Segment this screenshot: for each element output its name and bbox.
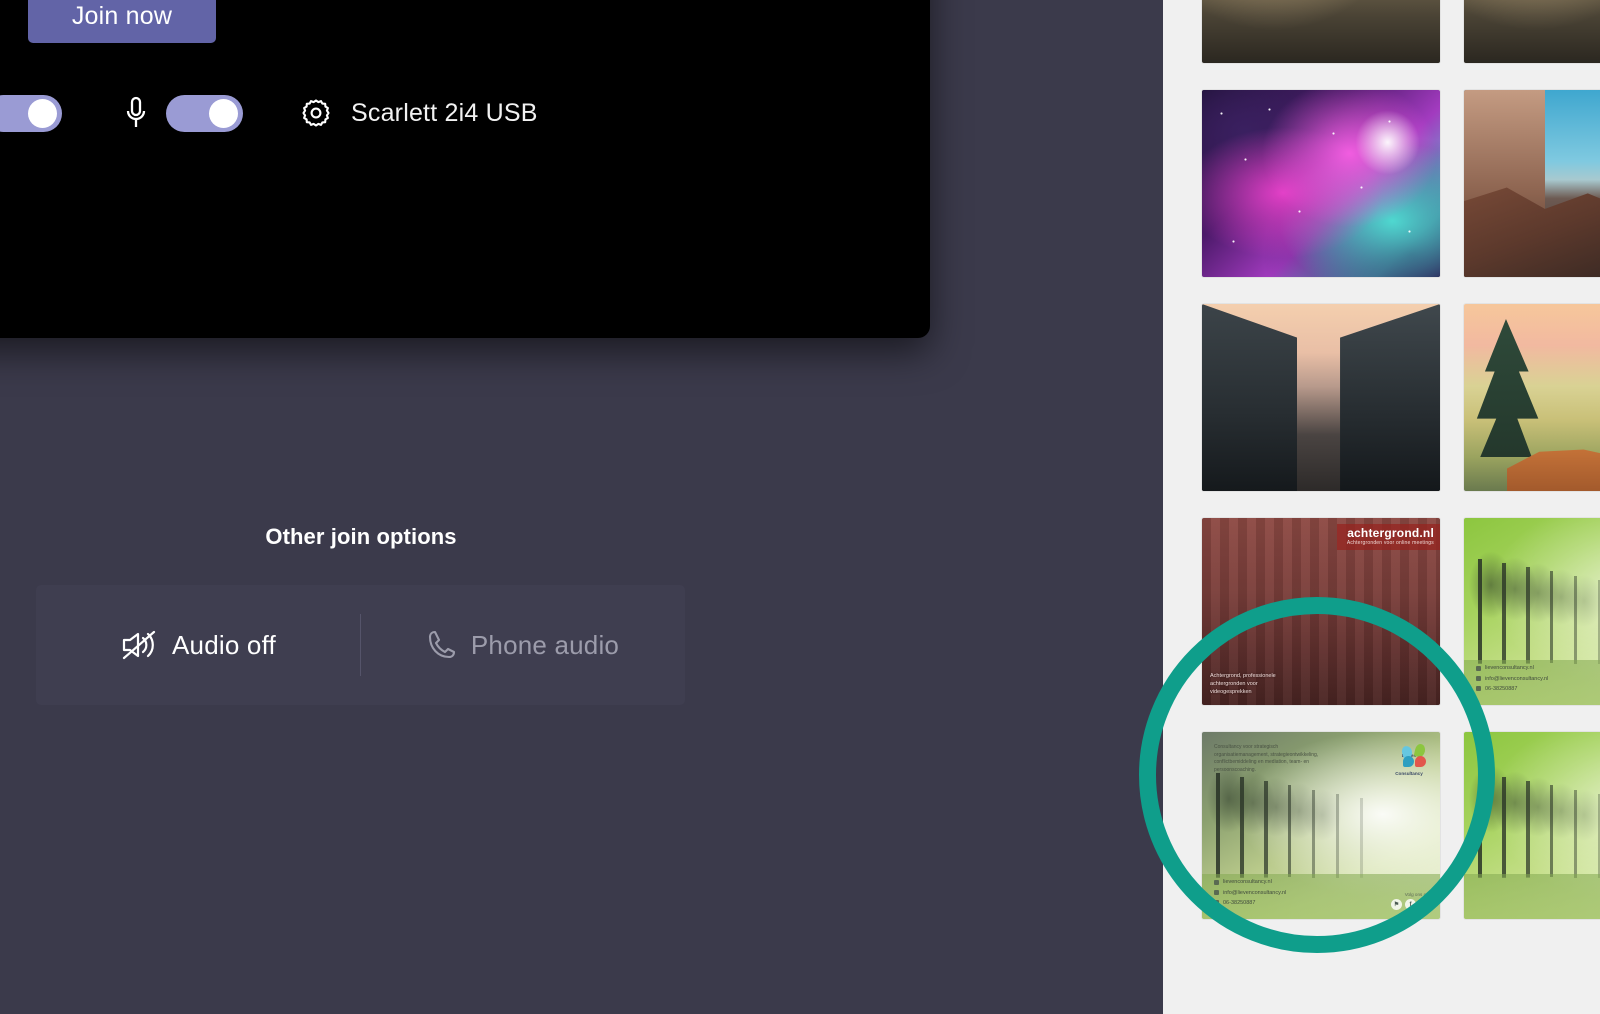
contact-text: lievenconsultancy.nl	[1223, 877, 1272, 887]
screen-root: Join now	[0, 0, 1600, 1014]
thumbnail-lieven-green[interactable]: lievenconsultancy.nl info@lievenconsulta…	[1464, 518, 1600, 705]
contact-row: info@lievenconsultancy.nl	[1476, 674, 1548, 684]
join-now-button[interactable]: Join now	[28, 0, 216, 43]
background-gallery-panel: achtergrond.nl Achtergronden voor online…	[1163, 0, 1600, 1014]
achtergrond-brand-bar: achtergrond.nl Achtergronden voor online…	[1337, 524, 1440, 550]
lieven-contact-list: lievenconsultancy.nl info@lievenconsulta…	[1476, 663, 1548, 694]
achtergrond-title: achtergrond.nl	[1347, 527, 1434, 540]
thumbnail-art	[1464, 304, 1600, 491]
tree-trunks	[1464, 773, 1600, 878]
grass-layer	[1464, 874, 1600, 919]
phone-audio-option[interactable]: Phone audio	[361, 585, 685, 705]
achtergrond-subtitle: Achtergronden voor online meetings	[1347, 540, 1434, 546]
tree-trunks	[1202, 773, 1440, 878]
phone-icon	[1214, 900, 1219, 905]
thumbnail-art: achtergrond.nl Achtergronden voor online…	[1202, 518, 1440, 705]
phone-icon	[427, 629, 457, 661]
thumbnail-art	[1464, 0, 1600, 63]
thumbnail-art	[1202, 90, 1440, 277]
facebook-icon[interactable]: f	[1405, 899, 1416, 910]
gear-icon	[299, 96, 333, 130]
thumbnail-valley[interactable]	[1464, 304, 1600, 491]
background-effects-toggle-knob	[28, 99, 57, 128]
thumbnail-art	[1464, 90, 1600, 277]
speaker-muted-icon	[120, 628, 158, 662]
contact-text: 06-38250887	[1485, 684, 1517, 694]
microphone-toggle[interactable]	[166, 95, 243, 132]
contact-text: info@lievenconsultancy.nl	[1485, 674, 1548, 684]
microphone-icon	[124, 95, 148, 131]
social-icons: ⚑ f in	[1391, 899, 1430, 910]
thumbnail-art	[1464, 732, 1600, 919]
contact-row: 06-38250887	[1476, 684, 1548, 694]
thumbnail-art: Consultancy voor strategisch organisatie…	[1202, 732, 1440, 919]
phone-audio-label: Phone audio	[471, 630, 619, 661]
thumbnail-lieven-extra[interactable]	[1464, 732, 1600, 919]
background-effects-toggle[interactable]	[0, 95, 62, 132]
thumbnail-office-achtergrond[interactable]: achtergrond.nl Achtergronden voor online…	[1202, 518, 1440, 705]
globe-icon	[1214, 880, 1219, 885]
thumbnail-canyon[interactable]	[1202, 0, 1440, 63]
twitter-icon[interactable]: ⚑	[1391, 899, 1402, 910]
microphone-toggle-knob	[209, 99, 238, 128]
device-control-bar: Scarlett 2i4 USB	[0, 88, 690, 138]
tree-trunks	[1464, 559, 1600, 664]
contact-text: info@lievenconsultancy.nl	[1223, 888, 1286, 898]
contact-text: 06-38250887	[1223, 898, 1255, 908]
microphone-control[interactable]	[124, 95, 243, 132]
lieven-logo: Lieven Consultancy	[1388, 744, 1430, 780]
globe-icon	[1476, 666, 1481, 671]
thumbnail-nebula[interactable]	[1202, 90, 1440, 277]
audio-off-label: Audio off	[172, 630, 276, 661]
thumbnail-cliff[interactable]	[1464, 90, 1600, 277]
video-preview[interactable]: Join now	[0, 0, 930, 338]
thumbnail-art	[1202, 304, 1440, 491]
contact-row: lievenconsultancy.nl	[1476, 663, 1548, 673]
audio-off-option[interactable]: Audio off	[36, 585, 360, 705]
thumbnail-art: lievenconsultancy.nl info@lievenconsulta…	[1464, 518, 1600, 705]
contact-row: lievenconsultancy.nl	[1214, 877, 1286, 887]
linkedin-icon[interactable]: in	[1419, 899, 1430, 910]
achtergrond-footer: Achtergrond, professionele achtergronden…	[1210, 673, 1276, 697]
device-settings-control[interactable]: Scarlett 2i4 USB	[299, 96, 538, 130]
device-label: Scarlett 2i4 USB	[351, 99, 538, 128]
lieven-social-block: Volg ons op: ⚑ f in	[1391, 892, 1430, 910]
lieven-tagline: Consultancy voor strategisch organisatie…	[1214, 744, 1334, 774]
contact-row: info@lievenconsultancy.nl	[1214, 888, 1286, 898]
other-join-options-title: Other join options	[0, 524, 722, 550]
prejoin-pane: Join now	[0, 0, 1163, 1014]
thumbnail-lieven-misty-selected[interactable]: Consultancy voor strategisch organisatie…	[1202, 732, 1440, 919]
thumbnail-desert-rock[interactable]	[1464, 0, 1600, 63]
lieven-contact-list: lievenconsultancy.nl info@lievenconsulta…	[1214, 877, 1286, 908]
contact-text: lievenconsultancy.nl	[1485, 663, 1534, 673]
contact-row: 06-38250887	[1214, 898, 1286, 908]
mail-icon	[1476, 676, 1481, 681]
follow-label: Volg ons op:	[1391, 892, 1430, 897]
mail-icon	[1214, 890, 1219, 895]
other-join-options-card: Audio off Phone audio	[36, 585, 685, 705]
thumbnail-street[interactable]	[1202, 304, 1440, 491]
phone-icon	[1476, 686, 1481, 691]
background-thumbnail-grid: achtergrond.nl Achtergronden voor online…	[1202, 0, 1600, 919]
thumbnail-art	[1202, 0, 1440, 63]
background-effects-control[interactable]	[0, 95, 62, 132]
